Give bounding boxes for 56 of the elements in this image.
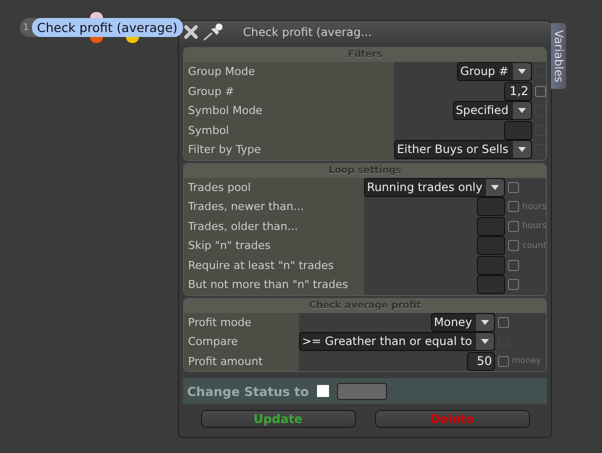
field-label: Trades, older than... (184, 216, 364, 236)
input-field[interactable] (477, 197, 506, 216)
dropdown[interactable]: Either Buys or Sells (394, 140, 532, 160)
checkbox[interactable] (498, 316, 510, 328)
field-label: Require at least "n" trades (184, 256, 364, 275)
field-label: But not more than "n" trades (184, 275, 364, 294)
checkbox[interactable] (508, 201, 520, 212)
checkbox[interactable] (508, 260, 520, 271)
field-label: Trades, newer than... (184, 197, 364, 216)
node-number: 1 (22, 22, 30, 32)
status-label: Change Status to (187, 384, 309, 398)
field-label: Group # (184, 82, 394, 101)
input-field[interactable]: 50 (467, 352, 496, 371)
checkbox[interactable] (498, 356, 510, 367)
field-label: Filter by Type (184, 140, 394, 160)
unit-label: hours (522, 221, 546, 232)
unit-label: count (522, 240, 546, 251)
side-tab[interactable]: Variables (551, 23, 566, 89)
checkbox[interactable] (534, 86, 546, 97)
window-title: Check profit (averag... (243, 25, 372, 39)
field-label: Trades pool (184, 178, 364, 197)
unit-label: hours (522, 202, 546, 212)
dropdown[interactable]: Group # (457, 62, 532, 82)
input-field[interactable] (477, 256, 506, 275)
field-label: Profit mode (184, 312, 299, 332)
dropdown[interactable]: Money (430, 312, 496, 332)
field-label: Symbol Mode (184, 101, 394, 120)
input-field[interactable] (504, 120, 532, 140)
checkbox[interactable] (508, 279, 520, 290)
input-field[interactable] (477, 236, 506, 256)
input-field[interactable] (477, 216, 506, 236)
caret-icon (518, 108, 526, 114)
dropdown[interactable]: Running trades only (364, 178, 506, 197)
field-label: Compare (184, 332, 299, 352)
checkbox[interactable] (508, 240, 520, 252)
pin-icon[interactable] (203, 23, 225, 41)
input-field[interactable] (336, 382, 387, 400)
dropdown[interactable]: Specified (452, 101, 532, 120)
caret-icon (491, 184, 500, 190)
unit-label: money (512, 356, 542, 366)
caret-icon (518, 147, 526, 152)
field-label: Group Mode (184, 62, 394, 82)
checkbox[interactable] (316, 385, 329, 397)
caret-icon (481, 339, 490, 344)
caret-icon (481, 320, 490, 325)
field-label: Symbol (184, 120, 394, 140)
field-label: Profit amount (184, 352, 299, 371)
input-field[interactable] (477, 275, 506, 294)
field-label: Skip "n" trades (184, 236, 364, 256)
dropdown[interactable]: >= Greather than or equal to (299, 332, 496, 352)
checkbox[interactable] (508, 220, 520, 232)
input-field[interactable]: 1,2 (504, 82, 532, 101)
node-label[interactable]: Check profit (average) (32, 18, 183, 37)
close-icon[interactable] (183, 24, 199, 40)
caret-icon (518, 69, 526, 74)
checkbox[interactable] (508, 182, 520, 193)
